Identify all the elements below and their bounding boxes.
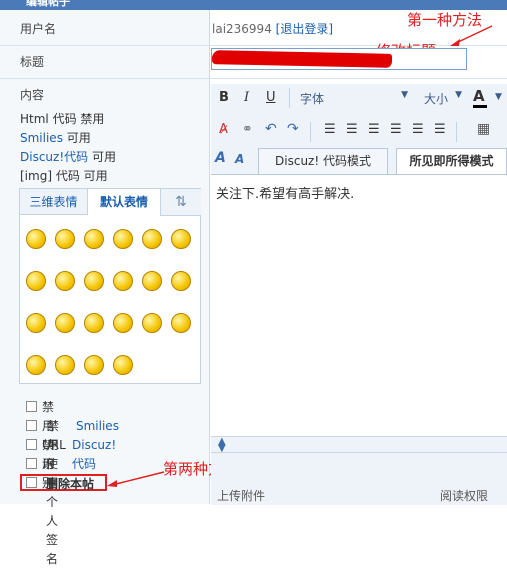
tongue-smiley-icon[interactable] bbox=[84, 229, 104, 249]
bold-icon[interactable]: B bbox=[219, 90, 229, 105]
align-right-icon[interactable]: ☰ bbox=[412, 122, 424, 137]
smile-smiley-icon[interactable] bbox=[26, 229, 46, 249]
handshake-smiley-icon[interactable] bbox=[113, 313, 133, 333]
hand-smiley-icon[interactable] bbox=[55, 313, 75, 333]
editor-content[interactable]: 关注下.希望有高手解决. bbox=[211, 175, 507, 210]
username-label: 用户名 bbox=[20, 22, 57, 36]
toolbar-divider bbox=[310, 122, 311, 142]
ordered-list-icon[interactable]: ☰ bbox=[324, 122, 336, 137]
happy-smiley-icon[interactable] bbox=[171, 313, 191, 333]
arrow-annotation-2 bbox=[107, 471, 165, 487]
thumbs-down-hand-smiley-icon[interactable] bbox=[26, 313, 46, 333]
editor-area[interactable]: 关注下.希望有高手解决. bbox=[211, 174, 507, 437]
underline-icon[interactable]: U bbox=[266, 90, 276, 105]
discuz-info: Discuz!代码 可用 bbox=[20, 150, 116, 164]
whistle-smiley-icon[interactable] bbox=[142, 271, 162, 291]
header-title: 编辑帖子 bbox=[26, 0, 70, 8]
checkbox[interactable] bbox=[26, 439, 37, 450]
smilies-link[interactable]: Smilies bbox=[20, 131, 63, 145]
checkbox[interactable] bbox=[26, 458, 37, 469]
editor-resize-bar[interactable]: ▲ ▼ bbox=[211, 436, 507, 454]
redo-icon[interactable]: ↷ bbox=[287, 121, 299, 137]
attachment-bar: 上传附件 阅读权限 bbox=[211, 452, 507, 505]
checkbox[interactable] bbox=[26, 401, 37, 412]
img-info: [img] 代码 可用 bbox=[20, 169, 108, 183]
size-select[interactable]: 大小 ▼ bbox=[424, 90, 462, 107]
undo-icon[interactable]: ↶ bbox=[265, 121, 277, 137]
sweat-smiley-icon[interactable] bbox=[26, 271, 46, 291]
italic-icon[interactable]: I bbox=[244, 90, 249, 105]
font-small-icon[interactable]: A bbox=[235, 152, 244, 166]
upload-attachment-label[interactable]: 上传附件 bbox=[217, 487, 265, 504]
smiley-panel: 三维表情 默认表情 ⇅ bbox=[19, 188, 201, 384]
username-text: lai236994 bbox=[212, 22, 272, 36]
font-large-icon[interactable]: A bbox=[215, 150, 226, 166]
mad-smiley-icon[interactable] bbox=[84, 271, 104, 291]
annoyed-smiley-icon[interactable] bbox=[142, 313, 162, 333]
arrow-annotation-1 bbox=[450, 25, 493, 46]
indent-icon[interactable]: ☰ bbox=[390, 122, 402, 137]
table-icon[interactable]: ▦ bbox=[477, 121, 490, 137]
smiley-expand-icon[interactable]: ⇅ bbox=[160, 189, 201, 216]
row-divider bbox=[0, 78, 507, 79]
tab-code-mode[interactable]: Discuz! 代码模式 bbox=[258, 148, 388, 174]
wink-smiley-icon[interactable] bbox=[171, 229, 191, 249]
logout-link[interactable]: [退出登录] bbox=[276, 22, 333, 36]
chevron-down-icon[interactable]: ▼ bbox=[495, 92, 502, 102]
unordered-list-icon[interactable]: ☰ bbox=[346, 122, 358, 137]
cry-smiley-icon[interactable] bbox=[113, 271, 133, 291]
peace-smiley-icon[interactable] bbox=[84, 313, 104, 333]
love-smiley-icon[interactable] bbox=[171, 271, 191, 291]
outdent-icon[interactable]: ☰ bbox=[368, 122, 380, 137]
blush-smiley-icon[interactable] bbox=[113, 229, 133, 249]
frown-smiley-icon[interactable] bbox=[55, 229, 75, 249]
post-options-info: Html 代码 禁用 Smilies 可用 Discuz!代码 可用 [img]… bbox=[20, 110, 116, 186]
title-label: 标题 bbox=[20, 55, 45, 69]
align-justify-icon[interactable]: ☰ bbox=[434, 122, 446, 137]
checkbox[interactable] bbox=[26, 420, 37, 431]
editor-tabs: A A Discuz! 代码模式 所见即所得模式 bbox=[211, 146, 507, 174]
font-select[interactable]: 字体 ▼ bbox=[300, 90, 410, 107]
phone-smiley-icon[interactable] bbox=[113, 355, 133, 375]
lips-smiley-icon[interactable] bbox=[55, 355, 75, 375]
clock-smiley-icon[interactable] bbox=[84, 355, 104, 375]
discuz-link[interactable]: Discuz!代码 bbox=[20, 150, 88, 164]
html-info: Html 代码 禁用 bbox=[20, 112, 105, 126]
editor-toolbar: B I U 字体 ▼ 大小 ▼ A ▼ A̷ ⚭ ↶ ↷ ☰ ☰ ☰ ☰ ☰ ☰ ▦ bbox=[211, 84, 507, 147]
username-value: lai236994 [退出登录] bbox=[212, 20, 333, 37]
tab-wysiwyg[interactable]: 所见即所得模式 bbox=[396, 148, 507, 174]
toolbar-divider bbox=[289, 88, 290, 108]
toolbar-divider bbox=[456, 122, 457, 142]
font-color-icon[interactable]: A bbox=[473, 87, 487, 108]
delete-post-checkbox[interactable] bbox=[26, 477, 37, 488]
read-permission-label: 阅读权限 bbox=[440, 489, 489, 503]
smilies-info: Smilies 可用 bbox=[20, 131, 91, 145]
link-icon[interactable]: ⚭ bbox=[242, 122, 253, 137]
cheer-smiley-icon[interactable] bbox=[26, 355, 46, 375]
content-label: 内容 bbox=[20, 88, 45, 102]
resize-handle-icon[interactable]: ▲ ▼ bbox=[218, 437, 226, 454]
grin-smiley-icon[interactable] bbox=[142, 229, 162, 249]
delete-post-label: 删除本帖 bbox=[46, 477, 95, 491]
smiley-grid bbox=[26, 229, 198, 379]
tab-3d-smileys[interactable]: 三维表情 bbox=[20, 189, 88, 215]
remove-format-icon[interactable]: A̷ bbox=[219, 122, 228, 137]
tab-default-smileys[interactable]: 默认表情 bbox=[88, 189, 160, 215]
angry-smiley-icon[interactable] bbox=[55, 271, 75, 291]
